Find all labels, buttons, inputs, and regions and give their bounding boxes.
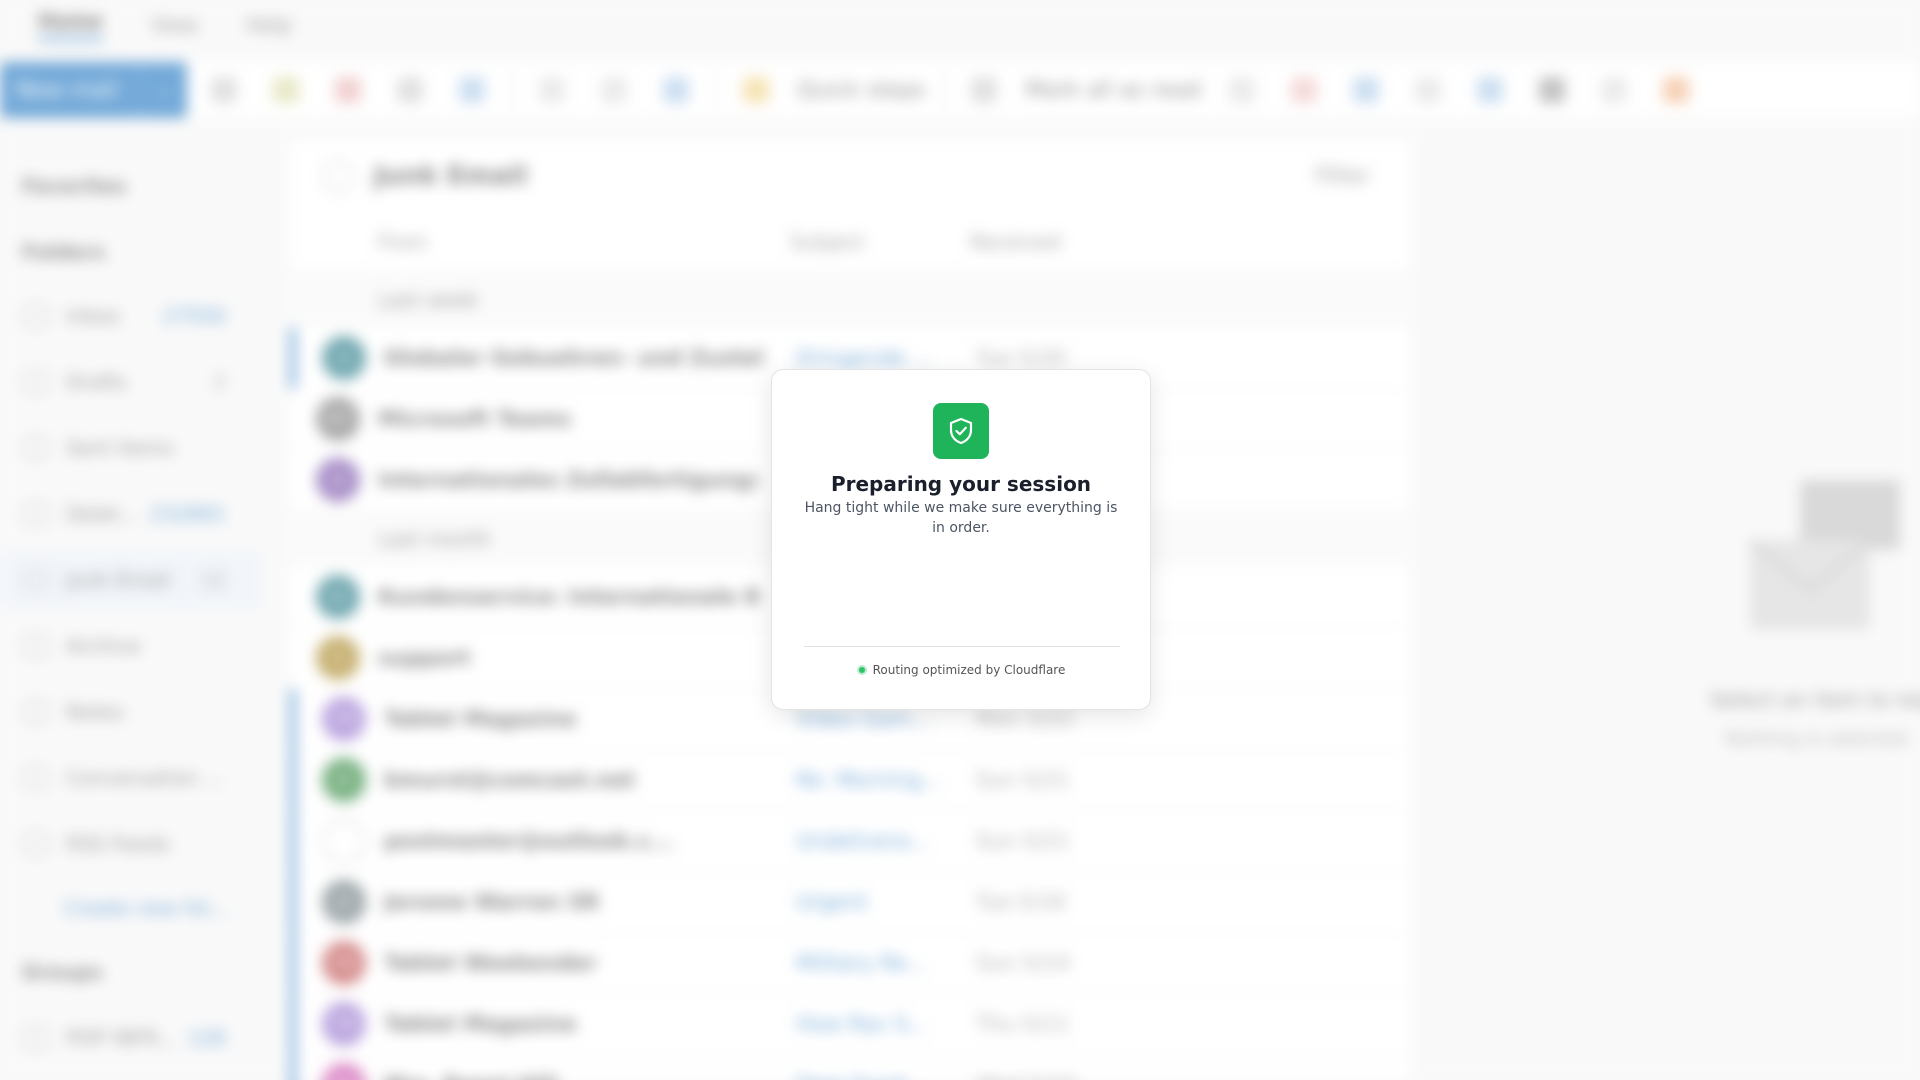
status-dot-icon [856, 665, 867, 675]
dialog-title: Preparing your session [830, 472, 1092, 496]
session-dialog: Preparing your session Hang tight while … [771, 369, 1151, 710]
dialog-divider [804, 646, 1120, 647]
shield-check-glyph [949, 417, 973, 445]
shield-check-icon [933, 403, 989, 459]
routing-status-text: Routing optimized by Cloudflare [872, 663, 1066, 677]
dialog-footer: Routing optimized by Cloudflare [772, 663, 1150, 677]
dialog-subtitle: Hang tight while we make sure everything… [804, 500, 1118, 536]
